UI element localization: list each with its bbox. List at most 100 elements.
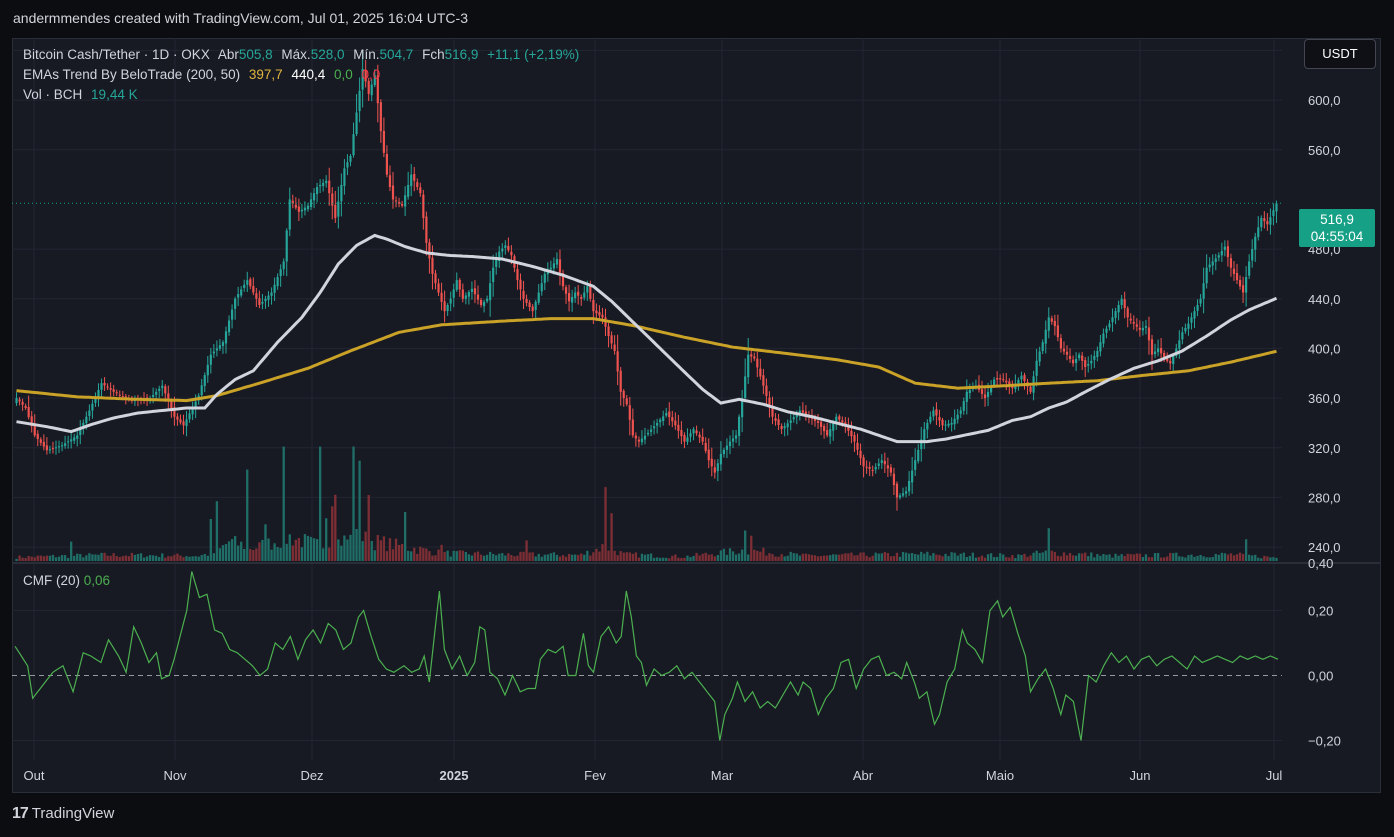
volume-bar — [36, 555, 39, 561]
candle-body — [1005, 380, 1008, 383]
candle-body — [215, 348, 218, 351]
candle-body — [234, 298, 237, 309]
volume-bar — [209, 518, 212, 561]
volume-bar — [768, 553, 771, 561]
volume-bar — [139, 553, 143, 561]
candle-body — [983, 394, 987, 399]
candle-body — [200, 385, 203, 396]
candle-body — [1132, 322, 1135, 324]
date-tick-label: 2025 — [440, 768, 469, 783]
volume-bar — [1105, 554, 1108, 561]
candle-body — [759, 368, 762, 377]
volume-bar — [829, 555, 832, 561]
candle-body — [1035, 360, 1038, 376]
candle-body — [519, 279, 522, 290]
cmf-axis[interactable]: 0,20 0,00 −0,20 0,40 — [1308, 556, 1341, 749]
footer-branding[interactable]: 17 TradingView — [12, 805, 114, 823]
candle-body — [1023, 375, 1026, 382]
volume-bar — [261, 539, 264, 561]
cmf-indicator-name[interactable]: CMF (20) — [23, 573, 80, 588]
chart-canvas[interactable]: 640,0600,0560,0480,0440,0400,0360,0320,0… — [12, 38, 1381, 793]
volume-bar — [179, 555, 182, 561]
ema200-line[interactable] — [16, 317, 1277, 403]
candle-body — [1096, 350, 1099, 357]
symbol-title[interactable]: Bitcoin Cash/Tether · 1D · OKX — [23, 47, 210, 62]
volume-bar — [598, 551, 601, 561]
candle-body — [325, 180, 328, 184]
volume-bar — [1020, 554, 1023, 561]
candle-body — [695, 430, 698, 434]
ema-indicator-name[interactable]: EMAs Trend By BeloTrade (200, 50) — [23, 67, 240, 82]
volume-bar — [573, 554, 577, 561]
change-value: +11,1 (+2,19%) — [487, 47, 580, 62]
volume-bar — [698, 555, 701, 561]
volume-bar — [206, 555, 209, 561]
price-axis[interactable]: 640,0600,0560,0480,0440,0400,0360,0320,0… — [1308, 43, 1341, 555]
candle-body — [264, 298, 267, 302]
volume-bar — [1147, 557, 1151, 561]
date-tick-label: Fev — [584, 768, 606, 783]
candle-body — [1245, 277, 1248, 293]
candle-body — [750, 354, 753, 357]
candle-body — [707, 449, 710, 461]
candle-body — [789, 420, 792, 423]
candle-body — [413, 174, 416, 181]
date-axis[interactable]: Out Nov Dez 2025 Fev Mar Abr Maio Jun Jul — [24, 768, 1283, 783]
volume-bar — [1184, 557, 1187, 561]
candle-body — [1047, 317, 1050, 331]
candle-body — [36, 433, 39, 440]
volume-bar — [437, 549, 440, 561]
volume-bar — [701, 553, 704, 561]
volume-bar — [813, 555, 817, 561]
volume-bar — [1123, 555, 1126, 561]
volume-bar — [218, 548, 222, 561]
candle-body — [434, 273, 437, 284]
candle-body — [756, 358, 759, 368]
volume-bar — [510, 554, 513, 561]
candle-body — [631, 419, 634, 436]
volume-bar — [662, 557, 665, 561]
volume-bar — [322, 548, 325, 561]
volume-bar — [394, 538, 398, 561]
volume-bar — [1162, 557, 1166, 561]
volume-bar — [1235, 554, 1239, 561]
candle-body — [294, 204, 297, 208]
volume-bar — [907, 553, 911, 561]
volume-bar — [856, 555, 859, 561]
volume-bar — [1254, 554, 1257, 561]
candle-body — [880, 460, 883, 464]
candle-body — [21, 401, 24, 405]
candle-body — [1071, 359, 1075, 364]
volume-bar — [935, 554, 938, 561]
candle-body — [355, 112, 358, 135]
volume-bar — [121, 556, 124, 561]
candle-body — [419, 187, 422, 194]
volume-bar — [18, 555, 21, 561]
volume-bar — [443, 551, 446, 561]
volume-bar — [470, 555, 474, 561]
volume-bar — [1248, 554, 1251, 561]
candle-body — [1220, 250, 1223, 256]
candle-body — [1199, 298, 1202, 304]
volume-bar — [719, 550, 723, 561]
candle-body — [923, 429, 926, 441]
candle-body — [938, 416, 941, 421]
candle-body — [595, 310, 598, 314]
volume-bar — [1272, 557, 1275, 561]
volume-bar — [904, 552, 908, 561]
candle-body — [246, 280, 249, 285]
candle-body — [613, 344, 616, 351]
candle-body — [237, 294, 240, 298]
candle-body — [1087, 363, 1090, 366]
cmf-line[interactable] — [14, 571, 1279, 741]
candle-body — [986, 391, 990, 398]
volume-bar — [485, 554, 489, 561]
candle-body — [1169, 360, 1172, 364]
ema50-line[interactable] — [16, 233, 1278, 444]
volume-bar — [1141, 556, 1145, 561]
top-attribution-bar: andermmendes created with TradingView.co… — [0, 0, 1394, 38]
volume-indicator-name[interactable]: Vol · BCH — [23, 87, 82, 102]
currency-selector[interactable]: USDT — [1304, 39, 1376, 69]
volume-bar — [148, 555, 152, 561]
volume-bar — [1065, 555, 1069, 561]
